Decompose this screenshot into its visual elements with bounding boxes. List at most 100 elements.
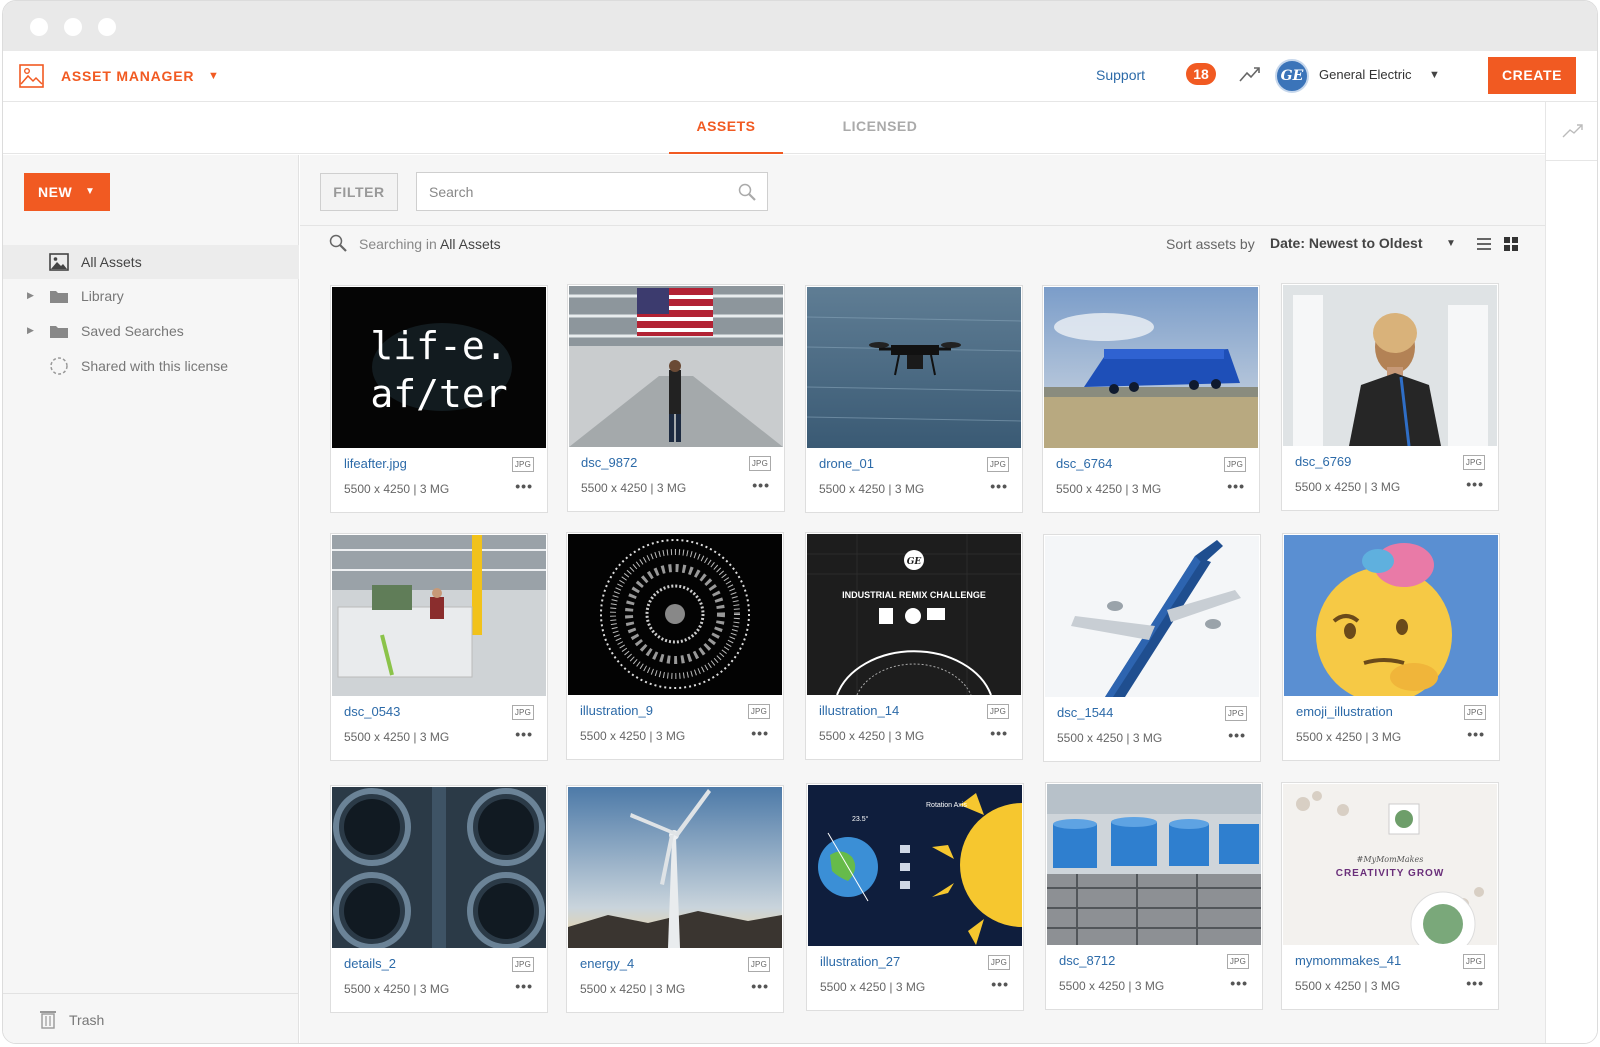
asset-name[interactable]: dsc_6769 <box>1295 454 1351 469</box>
more-options-icon[interactable]: ••• <box>1467 726 1485 742</box>
file-type-badge: JPG <box>987 955 1010 970</box>
support-link[interactable]: Support <box>1096 67 1145 83</box>
more-options-icon[interactable]: ••• <box>990 478 1008 494</box>
asset-card[interactable]: lif-e. af/ter lifeafter.jpg JPG 5500 x 4… <box>330 285 548 513</box>
asset-card[interactable]: illustration_9 JPG 5500 x 4250 | 3 MG ••… <box>566 532 784 760</box>
company-caret-icon[interactable]: ▼ <box>1429 69 1440 81</box>
asset-card[interactable]: dsc_9872 JPG 5500 x 4250 | 3 MG ••• <box>567 284 785 512</box>
sidebar-item-all-assets[interactable]: All Assets <box>3 245 299 279</box>
asset-card[interactable]: dsc_6764 JPG 5500 x 4250 | 3 MG ••• <box>1042 285 1260 513</box>
asset-card[interactable]: emoji_illustration JPG 5500 x 4250 | 3 M… <box>1282 533 1500 761</box>
search-icon <box>329 234 347 252</box>
asset-name[interactable]: mymommakes_41 <box>1295 953 1401 968</box>
asset-dimensions: 5500 x 4250 | 3 MG <box>820 980 926 994</box>
sort-dropdown[interactable]: Date: Newest to Oldest <box>1270 235 1422 251</box>
asset-name[interactable]: dsc_8712 <box>1059 953 1115 968</box>
app-title[interactable]: ASSET MANAGER <box>61 68 194 84</box>
asset-dimensions: 5500 x 4250 | 3 MG <box>344 482 450 496</box>
asset-name[interactable]: illustration_27 <box>820 954 900 969</box>
asset-name[interactable]: dsc_1544 <box>1057 705 1113 720</box>
asset-thumbnail[interactable] <box>1284 535 1498 696</box>
asset-card[interactable]: details_2 JPG 5500 x 4250 | 3 MG ••• <box>330 785 548 1013</box>
asset-card[interactable]: dsc_0543 JPG 5500 x 4250 | 3 MG ••• <box>330 533 548 761</box>
asset-name[interactable]: illustration_9 <box>580 703 653 718</box>
asset-name[interactable]: energy_4 <box>580 956 634 971</box>
create-button[interactable]: CREATE <box>1488 57 1576 94</box>
asset-name[interactable]: dsc_6764 <box>1056 456 1112 471</box>
file-type-badge: JPG <box>1463 705 1486 720</box>
asset-thumbnail[interactable] <box>568 787 782 948</box>
asset-card[interactable]: Rotation Axis 23.5° illustration_27 JPG … <box>806 783 1024 1011</box>
more-options-icon[interactable]: ••• <box>990 725 1008 741</box>
more-options-icon[interactable]: ••• <box>1466 476 1484 492</box>
sidebar-item-saved-searches[interactable]: ▶ Saved Searches <box>3 314 299 348</box>
search-input[interactable] <box>417 173 727 210</box>
search-icon[interactable] <box>737 182 757 202</box>
sidebar-item-trash[interactable]: Trash <box>3 993 299 1043</box>
more-options-icon[interactable]: ••• <box>1230 975 1248 991</box>
asset-thumbnail[interactable] <box>332 535 546 696</box>
asset-dimensions: 5500 x 4250 | 3 MG <box>580 729 686 743</box>
asset-card[interactable]: dsc_1544 JPG 5500 x 4250 | 3 MG ••• <box>1043 534 1261 762</box>
window-close-dot[interactable] <box>30 18 48 36</box>
asset-thumbnail[interactable]: GE INDUSTRIAL REMIX CHALLENGE <box>807 534 1021 695</box>
asset-thumbnail[interactable]: lif-e. af/ter <box>332 287 546 448</box>
asset-card[interactable]: dsc_8712 JPG 5500 x 4250 | 3 MG ••• <box>1045 782 1263 1010</box>
filter-button[interactable]: FILTER <box>320 173 398 211</box>
search-scope-text: Searching in All Assets <box>359 236 501 252</box>
tab-licensed[interactable]: LICENSED <box>825 102 935 154</box>
sidebar-item-library[interactable]: ▶ Library <box>3 279 299 313</box>
sidebar-item-shared[interactable]: Shared with this license <box>3 349 299 383</box>
company-logo[interactable]: GE <box>1275 59 1309 93</box>
asset-thumbnail[interactable]: Rotation Axis 23.5° <box>808 785 1022 946</box>
more-options-icon[interactable]: ••• <box>1228 727 1246 743</box>
sidebar-item-label: All Assets <box>81 254 142 270</box>
asset-thumbnail[interactable] <box>568 534 782 695</box>
asset-card[interactable]: GE INDUSTRIAL REMIX CHALLENGE illustrati… <box>805 532 1023 760</box>
more-options-icon[interactable]: ••• <box>1227 478 1245 494</box>
asset-dimensions: 5500 x 4250 | 3 MG <box>1056 482 1162 496</box>
more-options-icon[interactable]: ••• <box>751 978 769 994</box>
notification-badge[interactable]: 18 <box>1186 63 1216 85</box>
asset-thumbnail[interactable] <box>807 287 1021 448</box>
more-options-icon[interactable]: ••• <box>1466 975 1484 991</box>
list-view-icon[interactable] <box>1476 236 1492 252</box>
more-options-icon[interactable]: ••• <box>515 478 533 494</box>
more-options-icon[interactable]: ••• <box>752 477 770 493</box>
asset-thumbnail[interactable] <box>332 787 546 948</box>
asset-card[interactable]: energy_4 JPG 5500 x 4250 | 3 MG ••• <box>566 785 784 1013</box>
company-name[interactable]: General Electric <box>1319 67 1411 82</box>
asset-thumbnail[interactable] <box>1044 287 1258 448</box>
more-options-icon[interactable]: ••• <box>515 726 533 742</box>
grid-view-icon[interactable] <box>1503 236 1519 252</box>
asset-name[interactable]: details_2 <box>344 956 396 971</box>
asset-name[interactable]: dsc_9872 <box>581 455 637 470</box>
app-menu-caret-icon[interactable]: ▼ <box>208 70 219 82</box>
asset-name[interactable]: illustration_14 <box>819 703 899 718</box>
asset-thumbnail[interactable] <box>1047 784 1261 945</box>
chevron-down-icon[interactable]: ▼ <box>1446 238 1456 249</box>
asset-name[interactable]: dsc_0543 <box>344 704 400 719</box>
sidebar-item-label: Shared with this license <box>81 358 229 374</box>
asset-name[interactable]: lifeafter.jpg <box>344 456 407 471</box>
asset-thumbnail[interactable] <box>1283 285 1497 446</box>
tab-assets[interactable]: ASSETS <box>669 102 783 154</box>
expand-arrow-icon[interactable]: ▶ <box>27 290 34 301</box>
expand-arrow-icon[interactable]: ▶ <box>27 325 34 336</box>
more-options-icon[interactable]: ••• <box>751 725 769 741</box>
asset-name[interactable]: drone_01 <box>819 456 874 471</box>
trending-icon[interactable] <box>1562 122 1584 138</box>
asset-thumbnail[interactable]: #MyMomMakes CREATIVITY GROW <box>1283 784 1497 945</box>
asset-card[interactable]: dsc_6769 JPG 5500 x 4250 | 3 MG ••• <box>1281 283 1499 511</box>
more-options-icon[interactable]: ••• <box>515 978 533 994</box>
asset-thumbnail[interactable] <box>569 286 783 447</box>
asset-name[interactable]: emoji_illustration <box>1296 704 1393 719</box>
window-minimize-dot[interactable] <box>64 18 82 36</box>
trending-icon[interactable] <box>1239 65 1261 83</box>
new-button[interactable]: NEW ▼ <box>24 173 110 211</box>
asset-thumbnail[interactable] <box>1045 536 1259 697</box>
more-options-icon[interactable]: ••• <box>991 976 1009 992</box>
window-maximize-dot[interactable] <box>98 18 116 36</box>
asset-card[interactable]: drone_01 JPG 5500 x 4250 | 3 MG ••• <box>805 285 1023 513</box>
asset-card[interactable]: #MyMomMakes CREATIVITY GROW mymommakes_4… <box>1281 782 1499 1010</box>
